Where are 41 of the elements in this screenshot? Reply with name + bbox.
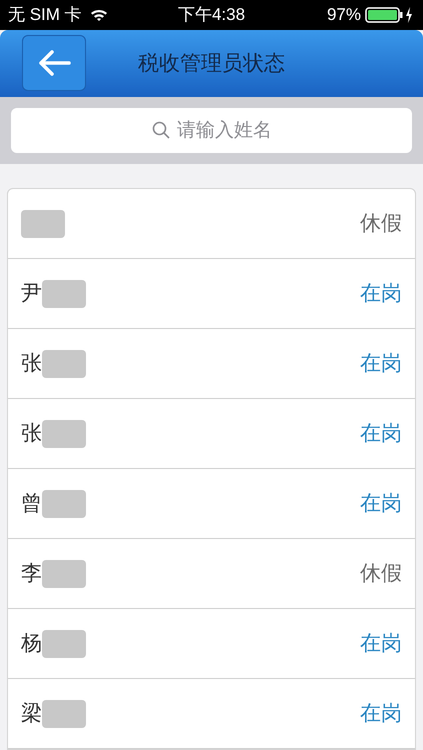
redaction-patch (42, 630, 86, 658)
staff-name: 梁 (21, 700, 42, 727)
redaction-patch (42, 420, 86, 448)
redaction-patch (21, 210, 65, 238)
staff-row[interactable]: 张 在岗 (8, 329, 415, 399)
staff-row[interactable]: 梁 在岗 (8, 679, 415, 749)
redaction-patch (42, 700, 86, 728)
back-arrow-icon (37, 49, 71, 78)
staff-name: 曾 (21, 490, 42, 517)
back-button[interactable] (22, 35, 86, 92)
battery-percent: 97% (326, 4, 361, 26)
staff-name: 张 (21, 350, 42, 377)
staff-row[interactable]: 张 在岗 (8, 399, 415, 469)
duty-status: 在岗 (360, 490, 402, 517)
duty-status: 休假 (360, 210, 402, 237)
wifi-icon (90, 8, 108, 22)
staff-name: 尹 (21, 280, 42, 307)
staff-name: 张 (21, 420, 42, 447)
redaction-patch (42, 560, 86, 588)
staff-row[interactable]: 李 休假 (8, 539, 415, 609)
staff-row[interactable]: 尹 在岗 (8, 259, 415, 329)
duty-status: 在岗 (360, 700, 402, 727)
battery-charging-icon (365, 6, 415, 24)
duty-status: 在岗 (360, 630, 402, 657)
duty-status: 在岗 (360, 420, 402, 447)
staff-name: 杨 (21, 630, 42, 657)
redaction-patch (42, 280, 86, 308)
carrier-label: 无 SIM 卡 (8, 4, 82, 26)
staff-row[interactable]: 杨 在岗 (8, 609, 415, 679)
page-title: 税收管理员状态 (138, 50, 285, 77)
search-icon (152, 121, 170, 139)
redaction-patch (42, 350, 86, 378)
duty-status: 在岗 (360, 350, 402, 377)
redaction-patch (42, 490, 86, 518)
staff-row[interactable]: 休假 (8, 189, 415, 259)
staff-name: 李 (21, 560, 42, 587)
staff-row[interactable]: 曾 在岗 (8, 469, 415, 539)
duty-status: 休假 (360, 560, 402, 587)
duty-status: 在岗 (360, 280, 402, 307)
search-field[interactable]: 请输入姓名 (11, 108, 412, 153)
clock: 下午4:38 (178, 4, 246, 26)
